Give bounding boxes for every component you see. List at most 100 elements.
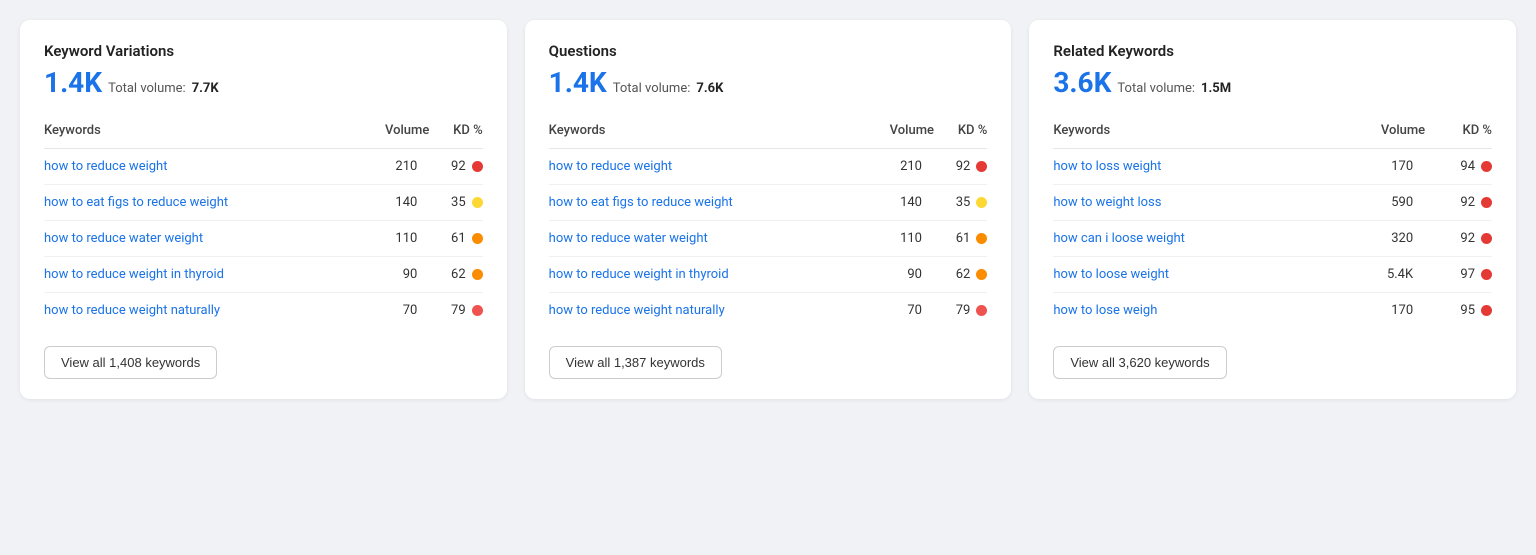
volume-value: 110 xyxy=(355,221,430,257)
volume-value: 210 xyxy=(355,149,430,185)
kd-value: 92 xyxy=(1460,231,1475,246)
kd-value: 62 xyxy=(956,267,971,282)
keyword-link[interactable]: how to reduce weight in thyroid xyxy=(44,267,224,282)
kd-dot-icon xyxy=(976,233,987,244)
kd-value: 92 xyxy=(451,159,466,174)
kd-dot-icon xyxy=(976,197,987,208)
table-row: how to reduce weight in thyroid 9062 xyxy=(44,257,483,293)
kd-cell: 61 xyxy=(429,221,482,257)
view-all-button[interactable]: View all 1,387 keywords xyxy=(549,346,722,379)
col-kd: KD % xyxy=(1425,117,1492,149)
card-related-keywords: Related Keywords 3.6KTotal volume:1.5M Key… xyxy=(1029,20,1516,399)
kd-dot-icon xyxy=(472,233,483,244)
keyword-link[interactable]: how to reduce weight naturally xyxy=(44,303,220,318)
keyword-link[interactable]: how to reduce weight xyxy=(549,159,672,174)
card-questions: Questions1.4KTotal volume:7.6KKeywordsVo… xyxy=(525,20,1012,399)
kd-dot-icon xyxy=(1481,269,1492,280)
kd-cell: 62 xyxy=(934,257,987,293)
col-volume: Volume xyxy=(1332,117,1426,149)
keyword-link[interactable]: how to reduce weight in thyroid xyxy=(549,267,729,282)
volume-value: 210 xyxy=(859,149,934,185)
kd-cell: 95 xyxy=(1425,293,1492,329)
keyword-link[interactable]: how can i loose weight xyxy=(1053,231,1185,246)
kd-cell: 92 xyxy=(934,149,987,185)
volume-value: 590 xyxy=(1332,185,1426,221)
kd-dot-icon xyxy=(1481,197,1492,208)
card-volume-value: 7.6K xyxy=(696,81,723,96)
kd-dot-icon xyxy=(976,161,987,172)
volume-value: 170 xyxy=(1332,293,1426,329)
table-row: how can i loose weight 320 92 xyxy=(1053,221,1492,257)
view-all-button[interactable]: View all 1,408 keywords xyxy=(44,346,217,379)
table-row: how to lose weigh 170 95 xyxy=(1053,293,1492,329)
table-row: how to loose weight 5.4K 97 xyxy=(1053,257,1492,293)
keyword-link[interactable]: how to reduce weight naturally xyxy=(549,303,725,318)
table-row: how to reduce weight 21092 xyxy=(549,149,988,185)
volume-value: 70 xyxy=(355,293,430,329)
table-row: how to eat figs to reduce weight 140 35 xyxy=(44,185,483,221)
cards-container: Keyword Variations 1.4K Total volume: 7.7K K… xyxy=(20,20,1516,399)
kd-dot-icon xyxy=(1481,305,1492,316)
keyword-link[interactable]: how to eat figs to reduce weight xyxy=(549,195,733,210)
volume-value: 90 xyxy=(355,257,430,293)
kd-value: 95 xyxy=(1460,303,1475,318)
card-count: 3.6K xyxy=(1053,66,1111,99)
card-title: Questions xyxy=(549,42,988,60)
volume-value: 90 xyxy=(859,257,934,293)
table-row: how to reduce weight in thyroid 90 62 xyxy=(549,257,988,293)
col-keywords: Keywords xyxy=(44,117,355,149)
kd-cell: 61 xyxy=(934,221,987,257)
view-all-button[interactable]: View all 3,620 keywords xyxy=(1053,346,1226,379)
card-count: 1.4K xyxy=(44,66,102,99)
kd-cell: 92 xyxy=(429,149,482,185)
kd-dot-icon xyxy=(472,161,483,172)
volume-value: 70 xyxy=(859,293,934,329)
keyword-link[interactable]: how to loose weight xyxy=(1053,267,1169,282)
kd-cell: 35 xyxy=(934,185,987,221)
card-volume-value: 7.7K xyxy=(192,81,219,96)
kd-value: 61 xyxy=(956,231,971,246)
card-keyword-variations: Keyword Variations1.4KTotal volume:7.7KK… xyxy=(20,20,507,399)
kd-cell: 62 xyxy=(429,257,482,293)
col-kd: KD % xyxy=(429,117,482,149)
kd-dot-icon xyxy=(472,269,483,280)
keyword-link[interactable]: how to weight loss xyxy=(1053,195,1161,210)
kd-value: 35 xyxy=(956,195,971,210)
volume-value: 140 xyxy=(355,185,430,221)
volume-value: 5.4K xyxy=(1332,257,1426,293)
table-row: how to reduce water weight 110 61 xyxy=(44,221,483,257)
kd-value: 97 xyxy=(1460,267,1475,282)
kd-value: 61 xyxy=(451,231,466,246)
card-summary: 3.6KTotal volume:1.5M xyxy=(1053,66,1492,99)
kd-cell: 92 xyxy=(1425,185,1492,221)
keyword-link[interactable]: how to eat figs to reduce weight xyxy=(44,195,228,210)
keyword-table: KeywordsVolumeKD %how to reduce weight21… xyxy=(549,117,988,328)
col-volume: Volume xyxy=(859,117,934,149)
card-title: Keyword Variations xyxy=(44,42,483,60)
kd-cell: 79 xyxy=(429,293,482,329)
card-title: Related Keywords xyxy=(1053,42,1492,60)
table-row: how to reduce water weight11061 xyxy=(549,221,988,257)
kd-cell: 79 xyxy=(934,293,987,329)
keyword-link[interactable]: how to reduce water weight xyxy=(549,231,708,246)
kd-dot-icon xyxy=(472,197,483,208)
table-row: how to weight loss 590 92 xyxy=(1053,185,1492,221)
kd-dot-icon xyxy=(976,305,987,316)
kd-cell: 92 xyxy=(1425,221,1492,257)
col-keywords: Keywords xyxy=(1053,117,1331,149)
table-row: how to reduce weight naturally 7079 xyxy=(549,293,988,329)
keyword-link[interactable]: how to lose weigh xyxy=(1053,303,1157,318)
volume-value: 320 xyxy=(1332,221,1426,257)
keyword-link[interactable]: how to reduce weight xyxy=(44,159,167,174)
card-volume-label: Total volume: xyxy=(613,81,691,96)
table-row: how to loss weight17094 xyxy=(1053,149,1492,185)
kd-value: 92 xyxy=(1460,195,1475,210)
kd-dot-icon xyxy=(976,269,987,280)
keyword-table: KeywordsVolumeKD %how to reduce weight21… xyxy=(44,117,483,328)
keyword-link[interactable]: how to reduce water weight xyxy=(44,231,203,246)
kd-value: 35 xyxy=(451,195,466,210)
kd-dot-icon xyxy=(472,305,483,316)
kd-dot-icon xyxy=(1481,233,1492,244)
keyword-link[interactable]: how to loss weight xyxy=(1053,159,1161,174)
volume-value: 170 xyxy=(1332,149,1426,185)
